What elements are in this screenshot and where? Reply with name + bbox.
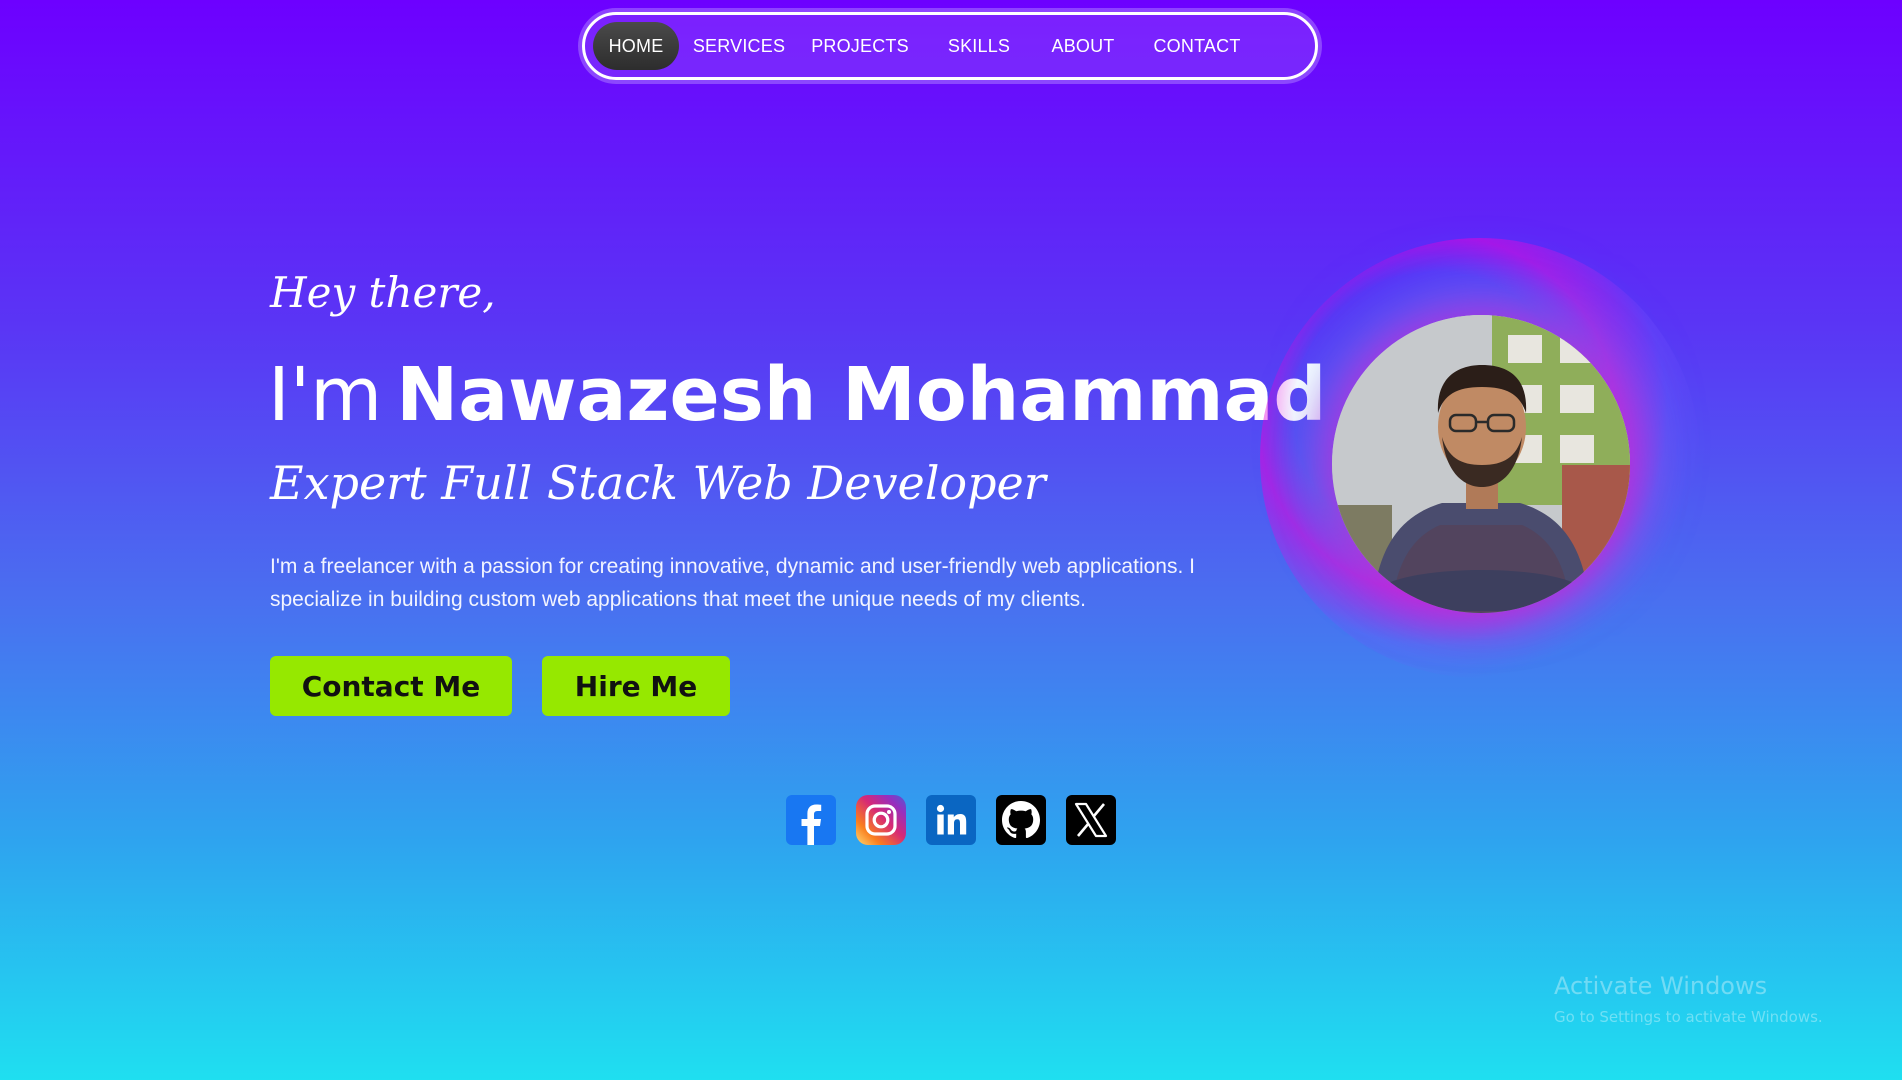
social-links bbox=[786, 795, 1116, 845]
hero-tagline: Expert Full Stack Web Developer bbox=[270, 456, 1046, 510]
windows-activation-watermark: Activate Windows Go to Settings to activ… bbox=[1554, 972, 1823, 1026]
profile-photo-illustration bbox=[1332, 315, 1630, 613]
hero-intro: I'm bbox=[268, 352, 383, 438]
watermark-title: Activate Windows bbox=[1554, 972, 1768, 1000]
nav-home[interactable]: HOME bbox=[593, 22, 679, 70]
nav-contact[interactable]: CONTACT bbox=[1143, 22, 1251, 70]
github-icon[interactable] bbox=[996, 795, 1046, 845]
linkedin-icon[interactable] bbox=[926, 795, 976, 845]
nav-about[interactable]: ABOUT bbox=[1037, 22, 1129, 70]
hire-me-button[interactable]: Hire Me bbox=[542, 656, 730, 716]
hero-greeting: Hey there, bbox=[270, 268, 496, 317]
hero-heading: I'm Nawazesh Mohammad bbox=[268, 358, 1326, 432]
hero-bio: I'm a freelancer with a passion for crea… bbox=[270, 555, 1195, 611]
facebook-icon[interactable] bbox=[786, 795, 836, 845]
watermark-subtitle: Go to Settings to activate Windows. bbox=[1554, 1008, 1823, 1026]
nav-skills[interactable]: SKILLS bbox=[935, 22, 1023, 70]
main-navigation: HOME SERVICES PROJECTS SKILLS ABOUT CONT… bbox=[582, 12, 1318, 80]
nav-projects[interactable]: PROJECTS bbox=[799, 22, 921, 70]
hero-name: Nawazesh Mohammad bbox=[396, 352, 1327, 438]
contact-me-button[interactable]: Contact Me bbox=[270, 656, 512, 716]
nav-services[interactable]: SERVICES bbox=[693, 22, 785, 70]
instagram-icon[interactable] bbox=[856, 795, 906, 845]
x-icon[interactable] bbox=[1066, 795, 1116, 845]
profile-photo bbox=[1332, 315, 1630, 613]
